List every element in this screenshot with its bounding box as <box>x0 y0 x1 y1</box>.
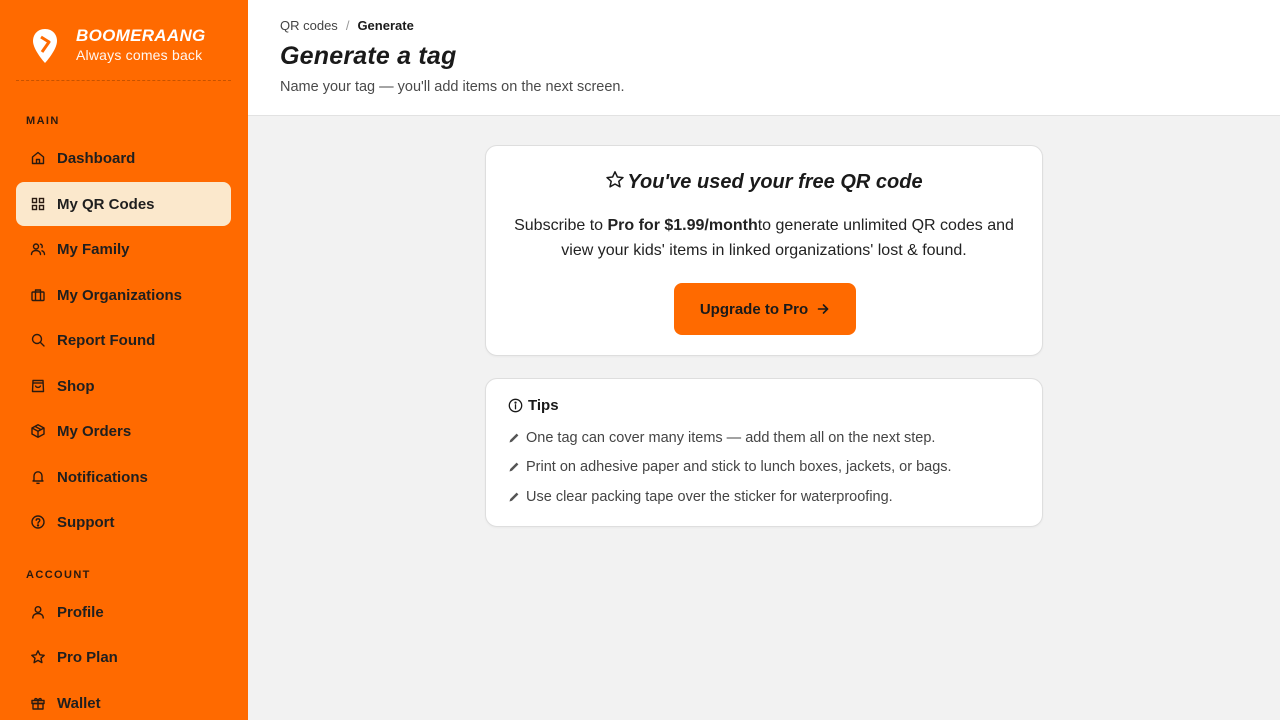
tip-item: One tag can cover many items — add them … <box>508 430 935 446</box>
tips-card: Tips One tag can cover many items — add … <box>485 378 1043 527</box>
help-circle-icon <box>30 514 46 530</box>
sidebar-item-label: Notifications <box>57 468 148 486</box>
page-subtitle: Name your tag — you'll add items on the … <box>280 79 625 95</box>
package-icon <box>30 423 46 439</box>
bell-icon <box>30 469 46 485</box>
tip-text: One tag can cover many items — add them … <box>526 430 936 446</box>
brand-tagline: Always comes back <box>76 47 203 63</box>
upgrade-to-pro-button[interactable]: Upgrade to Pro <box>674 283 856 335</box>
sidebar-item-wallet[interactable]: Wallet <box>16 681 231 720</box>
pencil-icon <box>509 462 519 472</box>
upgrade-card-body: Subscribe to Pro for $1.99/monthto gener… <box>506 213 1022 263</box>
section-label-main: MAIN <box>26 115 60 127</box>
sidebar-item-shop[interactable]: Shop <box>16 364 231 408</box>
sidebar-item-label: My Organizations <box>57 286 183 304</box>
page-header: QR codes / Generate Generate a tag Name … <box>248 0 1280 116</box>
tip-text: Print on adhesive paper and stick to lun… <box>526 459 952 475</box>
star-icon <box>30 649 46 665</box>
star-icon <box>606 171 625 188</box>
sidebar-item-label: Support <box>57 513 115 531</box>
brand[interactable]: BOOMERAANG Always comes back <box>16 24 231 81</box>
sidebar-item-report-found[interactable]: Report Found <box>16 318 231 362</box>
breadcrumb: QR codes / Generate <box>280 18 414 33</box>
sidebar-item-pro-plan[interactable]: Pro Plan <box>16 635 231 679</box>
info-icon <box>508 398 523 413</box>
upgrade-card-title: You've used your free QR code <box>486 170 1042 194</box>
tips-header: Tips <box>508 397 559 414</box>
search-icon <box>30 332 46 348</box>
breadcrumb-separator: / <box>345 18 350 33</box>
tip-item: Print on adhesive paper and stick to lun… <box>508 459 952 475</box>
sidebar-item-label: Pro Plan <box>57 648 118 666</box>
users-icon <box>30 241 46 257</box>
breadcrumb-link-qr-codes[interactable]: QR codes <box>280 18 338 33</box>
breadcrumb-current: Generate <box>357 18 414 33</box>
sidebar-item-dashboard[interactable]: Dashboard <box>16 136 231 180</box>
grid-icon <box>30 196 46 212</box>
sidebar-item-label: Dashboard <box>57 149 136 167</box>
sidebar-item-label: Shop <box>57 377 95 395</box>
sidebar-item-my-family[interactable]: My Family <box>16 227 231 271</box>
pencil-icon <box>509 433 519 443</box>
sidebar-item-label: Profile <box>57 603 104 621</box>
boomerang-logo-icon <box>33 29 57 63</box>
sidebar-item-label: My Orders <box>57 422 132 440</box>
sidebar: BOOMERAANG Always comes back MAIN Dashbo… <box>0 0 248 720</box>
sidebar-item-notifications[interactable]: Notifications <box>16 455 231 499</box>
upgrade-card: You've used your free QR code Subscribe … <box>485 145 1043 356</box>
page-title: Generate a tag <box>280 42 457 70</box>
briefcase-icon <box>30 287 46 303</box>
section-label-account: ACCOUNT <box>26 569 91 581</box>
upgrade-price: Pro for $1.99/month <box>607 217 758 234</box>
sidebar-item-label: Report Found <box>57 331 156 349</box>
upgrade-card-title-text: You've used your free QR code <box>627 171 923 193</box>
pencil-icon <box>509 492 519 502</box>
tips-title: Tips <box>528 397 559 414</box>
sidebar-item-label: Wallet <box>57 694 101 712</box>
tip-item: Use clear packing tape over the sticker … <box>508 489 893 505</box>
sidebar-item-my-qr-codes[interactable]: My QR Codes <box>16 182 231 226</box>
sidebar-item-my-orders[interactable]: My Orders <box>16 409 231 453</box>
upgrade-body-prefix: Subscribe to <box>514 217 608 234</box>
upgrade-button-label: Upgrade to Pro <box>699 300 809 318</box>
sidebar-item-profile[interactable]: Profile <box>16 590 231 634</box>
tip-text: Use clear packing tape over the sticker … <box>526 489 893 505</box>
brand-name: BOOMERAANG <box>76 26 206 45</box>
home-icon <box>30 150 46 166</box>
sidebar-item-label: My QR Codes <box>57 195 155 213</box>
gift-icon <box>30 695 46 711</box>
shopping-bag-icon <box>30 378 46 394</box>
sidebar-item-support[interactable]: Support <box>16 500 231 544</box>
sidebar-item-my-organizations[interactable]: My Organizations <box>16 273 231 317</box>
arrow-right-icon <box>817 304 829 314</box>
sidebar-item-label: My Family <box>57 240 130 258</box>
user-icon <box>30 604 46 620</box>
